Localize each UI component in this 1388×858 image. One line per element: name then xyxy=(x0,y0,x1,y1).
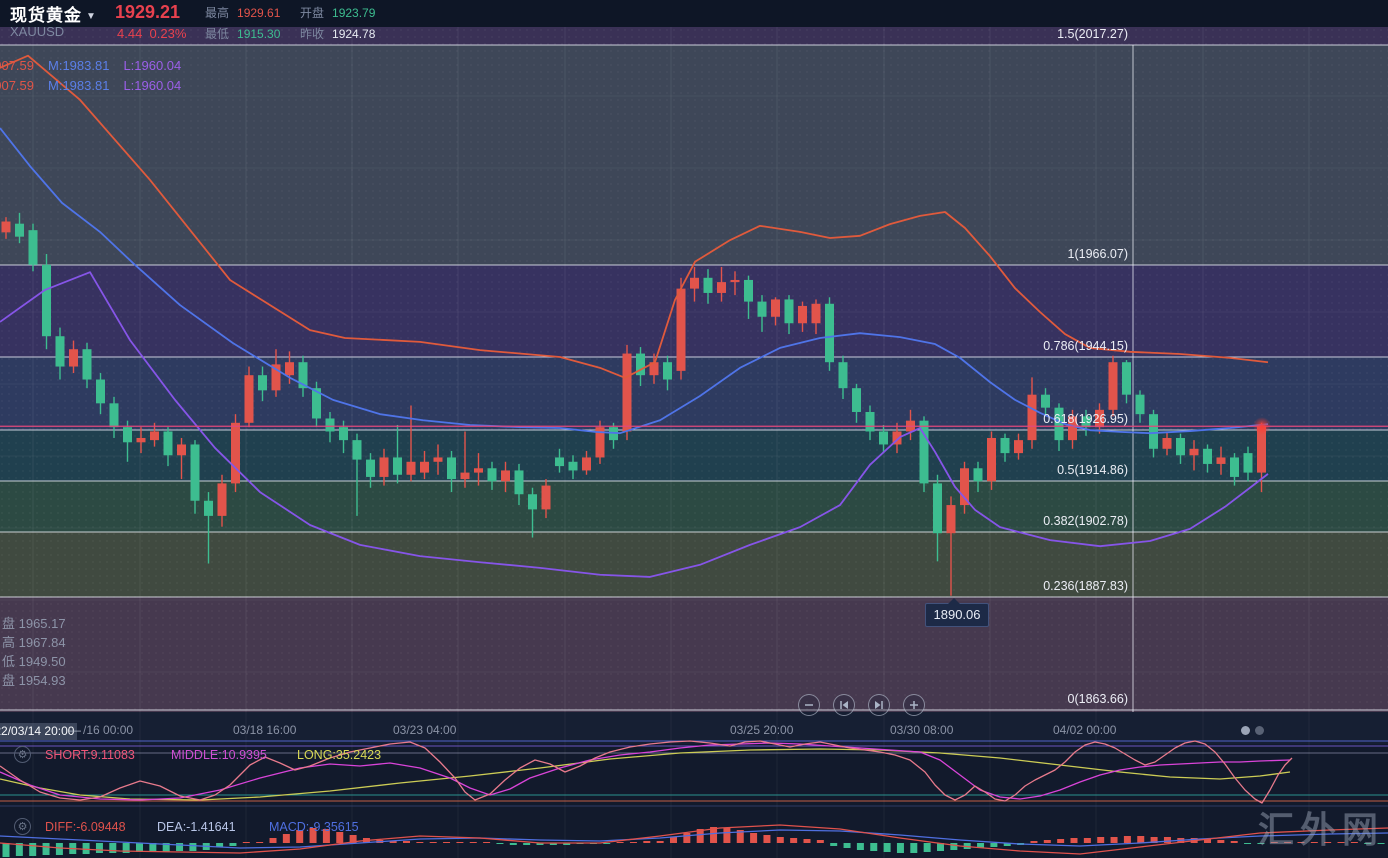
kdj-settings-gear-icon[interactable]: ⚙ xyxy=(14,746,31,763)
stat-昨收: 昨收1924.78 xyxy=(300,25,375,42)
indicator-value-label: SHORT:9.11083 xyxy=(45,748,135,762)
site-watermark: 汇外网 xyxy=(1258,801,1384,853)
fib-level-label: 0.382(1902.78) xyxy=(1008,514,1128,528)
chevron-down-icon: ▼ xyxy=(86,11,97,22)
time-axis-label: 03/30 08:00 xyxy=(890,723,953,737)
fib-level-label: 0.786(1944.15) xyxy=(1008,339,1128,353)
skip-end-button[interactable] xyxy=(868,694,890,716)
current-price-marker xyxy=(1253,417,1271,435)
fib-level-label: 0.618(1926.95) xyxy=(1008,412,1128,426)
symbol-selector[interactable]: 现货黄金 ▼ xyxy=(10,1,97,26)
crosshair-ohlc-label: 低 1949.50 xyxy=(2,651,66,670)
zoom-in-button[interactable] xyxy=(903,694,925,716)
stat-开盘: 开盘1923.79 xyxy=(300,4,375,21)
time-axis-label: 03/25 20:00 xyxy=(730,723,793,737)
fib-level-label: 0.236(1887.83) xyxy=(1008,579,1128,593)
crosshair-ohlc-label: 高 1967.84 xyxy=(2,632,66,651)
indicator-value-label: DEA:-1.41641 xyxy=(157,820,236,834)
crosshair-ohlc-label: 盘 1954.93 xyxy=(2,670,66,689)
scroll-indicator-dot[interactable] xyxy=(1241,726,1250,735)
scroll-indicator-dot[interactable] xyxy=(1255,726,1264,735)
price-change: 4.44 0.23% xyxy=(117,26,186,41)
hml-label-row: H:2007.59M:1983.81L:1960.04 xyxy=(0,58,195,73)
skip-start-button[interactable] xyxy=(833,694,855,716)
indicator-value-label: MIDDLE:10.9395 xyxy=(171,748,267,762)
indicator-value-label: MACD:-9.35615 xyxy=(269,820,359,834)
plus-icon xyxy=(907,698,921,712)
zoom-out-button[interactable] xyxy=(798,694,820,716)
time-axis-label: 2022/03/14 20:00 xyxy=(0,723,77,740)
price-chart-canvas[interactable] xyxy=(0,0,1388,858)
header-bar: 现货黄金▼ XAUUSD 1929.21 4.44 0.23% 最高1929.6… xyxy=(0,0,1388,27)
symbol-name: 现货黄金 xyxy=(10,6,82,25)
minus-icon xyxy=(802,698,816,712)
fib-level-label: 1(1966.07) xyxy=(1008,247,1128,261)
time-axis-label: 03/23 04:00 xyxy=(393,723,456,737)
fib-level-label: 0.5(1914.86) xyxy=(1008,463,1128,477)
symbol-code: XAUUSD xyxy=(10,24,64,39)
crosshair-ohlc-label: 盘 1965.17 xyxy=(2,613,66,632)
fib-level-label: 0(1863.66) xyxy=(1008,692,1128,706)
fib-level-label: 1.5(2017.27) xyxy=(1008,27,1128,41)
last-price: 1929.21 xyxy=(115,2,180,23)
macd-settings-gear-icon[interactable]: ⚙ xyxy=(14,818,31,835)
low-price-tooltip: 1890.06 xyxy=(925,603,989,627)
time-axis-label: 03/18 16:00 xyxy=(233,723,296,737)
skip-end-icon xyxy=(872,698,886,712)
axis-range-dash: — xyxy=(69,723,81,737)
stat-最低: 最低1915.30 xyxy=(205,25,280,42)
skip-start-icon xyxy=(837,698,851,712)
indicator-value-label: DIFF:-6.09448 xyxy=(45,820,126,834)
trading-app: 现货黄金 ▼ XAUUSD 1929.21 4.44 0.23% 最高1929.6… xyxy=(0,0,1388,858)
time-axis-label: 04/02 00:00 xyxy=(1053,723,1116,737)
indicator-value-label: LONG:35.2423 xyxy=(297,748,381,762)
hml-label-row: H:2007.59M:1983.81L:1960.04 xyxy=(0,78,195,93)
time-axis-label: /16 00:00 xyxy=(83,723,133,737)
stat-最高: 最高1929.61 xyxy=(205,4,280,21)
